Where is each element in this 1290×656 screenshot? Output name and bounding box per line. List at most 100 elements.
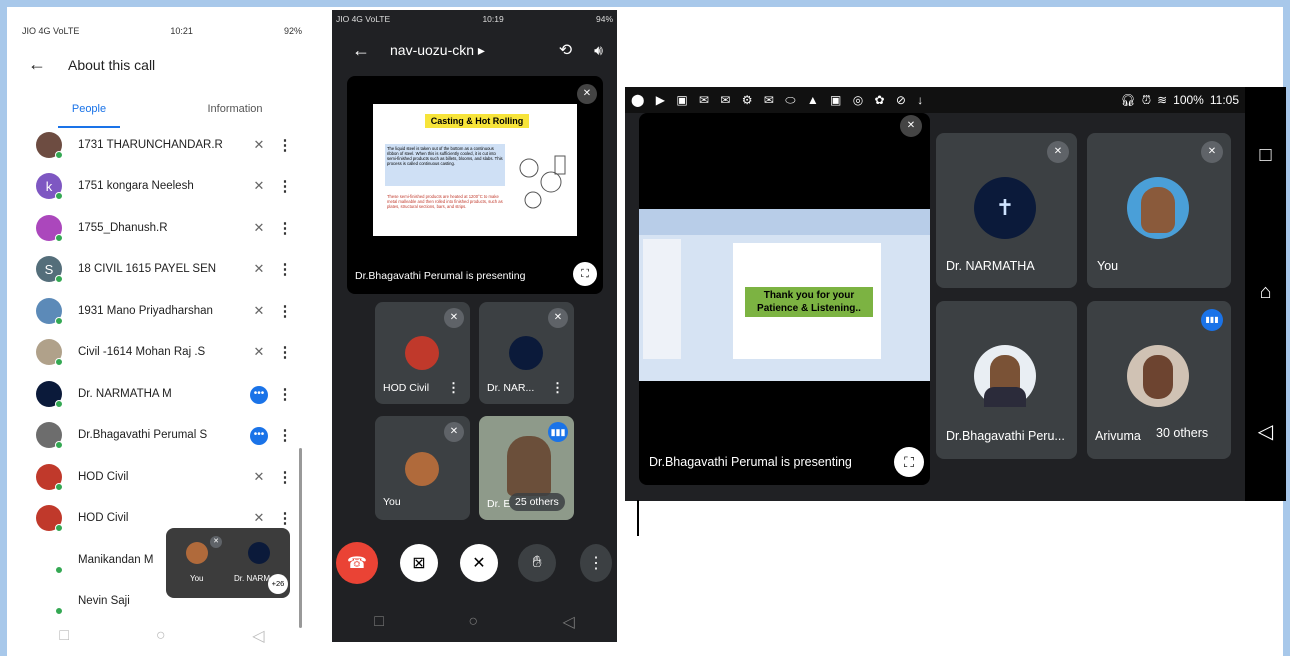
more-options-icon[interactable]: ⋮ (447, 380, 460, 396)
participant-tile-self[interactable]: ✕ You (375, 416, 470, 520)
tablet-meet-screen: ⬤ ▶ ▣ ✉ ✉ ⚙ ✉ ⬭ ▲ ▣ ◎ ✿ ⊘ ↓ 🎧︎ ⏰︎ ≋ 100%… (625, 87, 1286, 501)
carrier-text: JIO 4G VoLTE (22, 26, 80, 36)
avatar (1127, 345, 1189, 407)
avatar (36, 546, 63, 574)
pip-window[interactable]: ✕ You Dr. NARM +26 (166, 528, 290, 598)
more-options-icon[interactable]: ⋮ (274, 343, 296, 361)
presentation-tile[interactable]: Casting & Hot Rolling The liquid steel i… (347, 76, 603, 294)
mic-off-icon: ✕ (900, 115, 922, 137)
online-status-dot (55, 150, 63, 159)
more-options-button[interactable]: ⋮ (580, 544, 612, 582)
others-count[interactable]: 30 others (1147, 421, 1218, 445)
online-status-dot (55, 524, 63, 533)
battery-text: 92% (283, 26, 302, 36)
back-icon[interactable]: ◁ (1258, 419, 1273, 444)
android-nav-bar: □ ○ ◁ (16, 616, 308, 656)
slide-title: Casting & Hot Rolling (425, 114, 529, 128)
list-item[interactable]: 1755_Dhanush.R ✕ ⋮ (16, 207, 308, 249)
avatar-face (1143, 355, 1173, 399)
list-item[interactable]: Dr. NARMATHA M ••• ⋮ (16, 373, 308, 415)
home-icon[interactable]: ○ (156, 627, 166, 645)
home-icon[interactable]: ○ (468, 613, 478, 631)
more-options-icon[interactable]: ⋮ (551, 380, 564, 396)
carrier-text: JIO 4G VoLTE (336, 14, 391, 24)
online-status-dot (55, 358, 63, 367)
list-item[interactable]: k 1751 kongara Neelesh ✕ ⋮ (16, 166, 308, 208)
about-call-screen: JIO 4G VoLTE 10:21 92% ← About this call… (16, 18, 308, 656)
back-arrow-icon[interactable]: ← (352, 40, 370, 61)
list-item[interactable]: S 18 CIVIL 1615 PAYEL SEN ✕ ⋮ (16, 249, 308, 291)
avatar (36, 505, 63, 533)
more-options-icon[interactable]: ⋮ (274, 468, 296, 486)
more-options-icon[interactable]: ⋮ (274, 426, 296, 444)
speaking-indicator-icon: ▮▮▮ (1201, 309, 1223, 331)
raise-hand-button[interactable]: ✋︎ (518, 544, 556, 582)
fullscreen-icon[interactable]: ⛶ (894, 447, 924, 477)
camera-off-button[interactable]: ⊠ (400, 544, 438, 582)
participant-name: Dr.Bhagavathi Perumal S (78, 429, 208, 442)
list-item[interactable]: 1931 Mano Priyadharshan ✕ ⋮ (16, 290, 308, 332)
wifi-icon: ≋ (1157, 93, 1168, 107)
mic-off-button[interactable]: ✕ (460, 544, 498, 582)
participant-name: 1751 kongara Neelesh (78, 180, 194, 193)
participant-tile[interactable]: ✕ HOD Civil ⋮ (375, 302, 470, 404)
more-options-icon[interactable]: ⋮ (274, 177, 296, 195)
more-options-icon[interactable]: ⋮ (274, 219, 296, 237)
list-item[interactable]: Dr.Bhagavathi Perumal S ••• ⋮ (16, 415, 308, 457)
avatar (36, 463, 63, 491)
avatar (36, 214, 63, 242)
participant-tile[interactable]: ▮▮▮ Arivuma 30 others (1087, 301, 1231, 459)
more-options-icon[interactable]: ⋮ (274, 136, 296, 154)
online-status-dot (55, 441, 63, 450)
recents-icon[interactable]: □ (1259, 144, 1271, 167)
battery-text: 100% (1173, 93, 1204, 107)
avatar: k (36, 173, 63, 201)
avatar (405, 452, 439, 486)
text-cursor (637, 500, 639, 536)
mic-off-icon: ✕ (253, 219, 265, 235)
presentation-slide: Casting & Hot Rolling The liquid steel i… (373, 104, 577, 236)
others-count[interactable]: 25 others (509, 493, 565, 511)
list-item[interactable]: 1731 THARUNCHANDAR.R ✕ ⋮ (16, 124, 308, 166)
avatar (36, 588, 63, 616)
clock-text: 10:21 (170, 26, 193, 36)
meeting-code-text: nav-uozu-ckn (390, 41, 475, 58)
recents-icon[interactable]: □ (59, 627, 69, 645)
speaking-indicator-icon: ▮▮▮ (548, 422, 568, 442)
list-item[interactable]: Civil -1614 Mohan Raj .S ✕ ⋮ (16, 332, 308, 374)
rolling-diagram-icon (519, 155, 566, 209)
more-options-icon[interactable]: ⋮ (274, 260, 296, 278)
more-options-icon[interactable]: ⋮ (274, 385, 296, 403)
back-icon[interactable]: ◁ (252, 626, 264, 646)
slide-thumbnails (643, 239, 681, 359)
recents-icon[interactable]: □ (374, 613, 384, 631)
avatar (405, 336, 439, 370)
end-call-button[interactable]: ☎ (336, 542, 378, 584)
back-icon[interactable]: ◁ (562, 612, 574, 632)
list-item[interactable]: HOD Civil ✕ ⋮ (16, 456, 308, 498)
ribbon (639, 209, 930, 235)
presentation-tile[interactable]: Thank you for your Patience & Listening.… (639, 113, 930, 485)
home-icon[interactable]: ⌂ (1259, 281, 1271, 304)
participant-tile[interactable]: Dr.Bhagavathi Peru... (936, 301, 1077, 459)
scrollbar[interactable] (299, 448, 302, 628)
notification-icons: ⬤ ▶ ▣ ✉ ✉ ⚙ ✉ ⬭ ▲ ▣ ◎ ✿ ⊘ ↓ (631, 92, 928, 107)
status-bar: JIO 4G VoLTE 10:19 94% (336, 10, 613, 28)
avatar (1127, 177, 1189, 239)
mic-off-icon: ✕ (1201, 141, 1223, 163)
participant-name: Dr. NAR... (487, 382, 535, 394)
participant-tile[interactable]: ✕ ✝ Dr. NARMATHA (936, 133, 1077, 288)
video-person (507, 436, 551, 496)
mic-off-icon: ✕ (210, 536, 222, 548)
meeting-code[interactable]: nav-uozu-ckn ▸ (390, 42, 559, 59)
more-options-icon[interactable]: ⋮ (274, 302, 296, 320)
fullscreen-icon[interactable]: ⛶ (573, 262, 597, 286)
clock-text: 10:19 (482, 14, 504, 24)
participant-tile[interactable]: ✕ Dr. NAR... ⋮ (479, 302, 574, 404)
speaker-icon[interactable]: 🔊︎ (594, 42, 603, 59)
switch-camera-icon[interactable]: ⟲ (559, 40, 572, 60)
participant-tile-self[interactable]: ✕ You (1087, 133, 1231, 288)
more-options-icon[interactable]: ⋮ (274, 509, 296, 527)
participant-tile-video[interactable]: ▮▮▮ Dr. E 25 others (479, 416, 574, 520)
back-arrow-icon[interactable]: ← (28, 54, 46, 75)
